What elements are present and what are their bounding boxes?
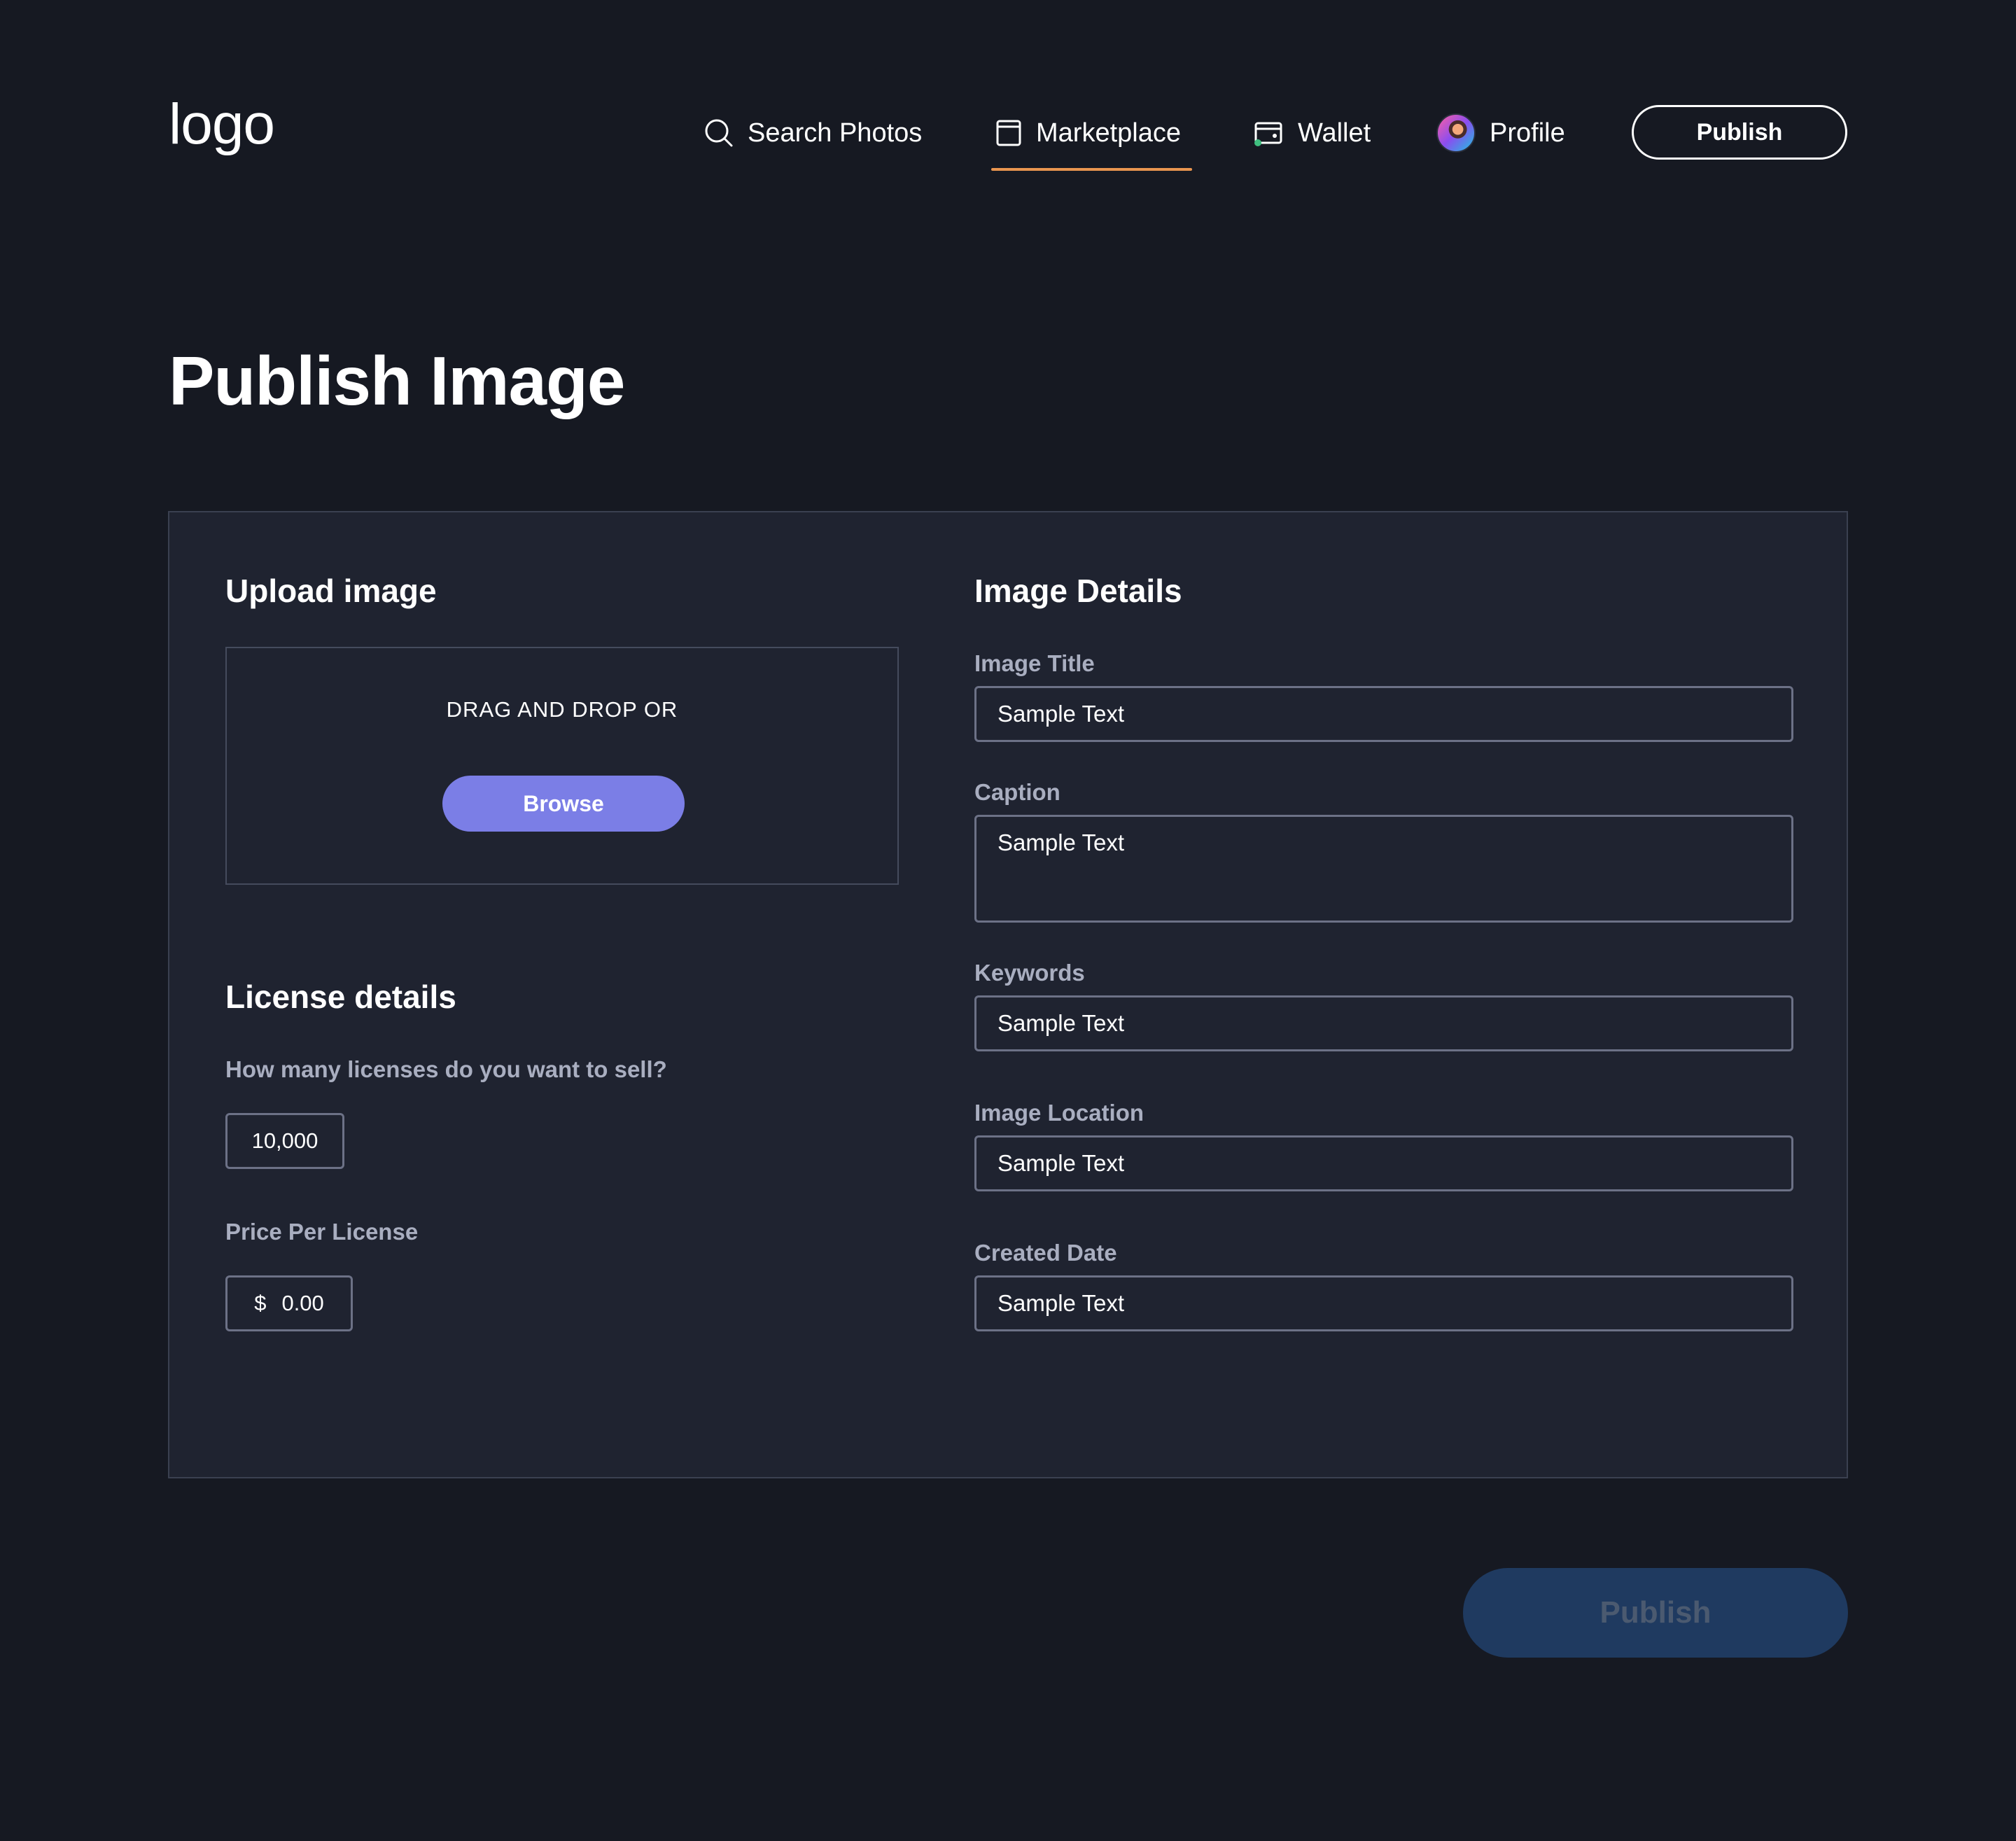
nav-profile[interactable]: Profile [1436,105,1565,161]
nav-search-photos[interactable]: Search Photos [704,105,922,161]
nav-label: Profile [1490,118,1565,148]
publish-form-card: Upload image DRAG AND DROP OR Browse Lic… [168,511,1848,1478]
keywords-input[interactable]: Sample Text [974,995,1793,1051]
created-date-label: Created Date [974,1240,1117,1266]
search-icon [704,118,734,148]
keywords-label: Keywords [974,960,1085,986]
wallet-icon [1253,119,1284,147]
license-quantity-label: How many licenses do you want to sell? [225,1056,667,1082]
page-title: Publish Image [169,342,625,419]
nav-wallet[interactable]: Wallet [1253,105,1371,161]
price-per-license-input[interactable]: $ 0.00 [225,1275,353,1331]
image-title-input[interactable]: Sample Text [974,686,1793,742]
marketplace-icon [995,119,1022,147]
avatar [1436,113,1476,153]
price-per-license-label: Price Per License [225,1219,419,1245]
price-value: 0.00 [281,1291,324,1315]
caption-label: Caption [974,779,1060,805]
created-date-value: Sample Text [997,1290,1124,1316]
logo[interactable]: logo [169,90,275,160]
nav-marketplace[interactable]: Marketplace [991,105,1192,171]
image-location-label: Image Location [974,1100,1144,1126]
publish-button[interactable]: Publish [1463,1568,1848,1658]
image-location-value: Sample Text [997,1150,1124,1176]
image-dropzone[interactable]: DRAG AND DROP OR Browse [225,647,899,885]
license-section-title: License details [225,979,456,1015]
nav-label: Wallet [1298,118,1371,148]
dropzone-text: DRAG AND DROP OR [446,697,678,722]
created-date-input[interactable]: Sample Text [974,1275,1793,1331]
keywords-value: Sample Text [997,1010,1124,1036]
header-publish-button[interactable]: Publish [1632,105,1847,160]
currency-symbol: $ [254,1291,267,1315]
nav-label: Marketplace [1036,118,1181,148]
image-title-label: Image Title [974,650,1095,676]
upload-section-title: Upload image [225,573,437,609]
image-title-value: Sample Text [997,701,1124,727]
license-quantity-input[interactable]: 10,000 [225,1113,344,1169]
browse-button[interactable]: Browse [442,776,685,832]
image-location-input[interactable]: Sample Text [974,1135,1793,1191]
license-quantity-value: 10,000 [251,1128,318,1153]
caption-value: Sample Text [997,830,1124,855]
image-details-section-title: Image Details [974,573,1182,609]
caption-textarea[interactable]: Sample Text [974,815,1793,923]
nav-label: Search Photos [748,118,923,148]
